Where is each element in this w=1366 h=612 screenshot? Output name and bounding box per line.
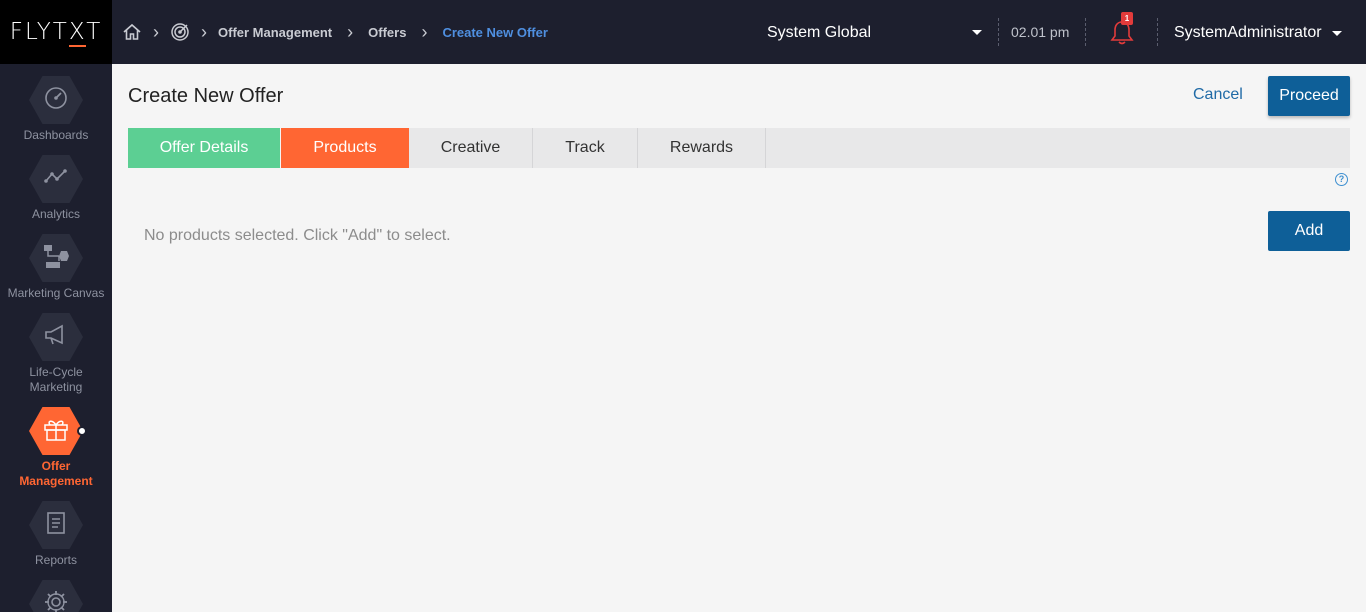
sidebar-item-label: Offer Management bbox=[19, 459, 93, 488]
megaphone-icon bbox=[43, 322, 69, 353]
sidebar-item-label: Dashboards bbox=[23, 128, 89, 142]
page-title: Create New Offer bbox=[128, 85, 284, 107]
breadcrumb-offers[interactable]: Offers bbox=[368, 25, 406, 40]
chevron-right-icon: › bbox=[421, 22, 428, 42]
sidebar-item-reports[interactable] bbox=[29, 501, 83, 549]
chevron-right-icon: › bbox=[347, 22, 354, 42]
breadcrumb-current: Create New Offer bbox=[442, 24, 548, 40]
caret-down-icon[interactable] bbox=[972, 30, 982, 35]
empty-products-message: No products selected. Click "Add" to sel… bbox=[144, 227, 451, 244]
logo-text: FLYTXT bbox=[9, 19, 103, 47]
top-bar: FLYTXT › › Offer Management › Offers › C… bbox=[0, 0, 1366, 64]
chevron-right-icon: › bbox=[201, 22, 207, 42]
flytxt-logo[interactable]: FLYTXT bbox=[0, 0, 112, 64]
divider bbox=[1085, 18, 1086, 46]
tab-products[interactable]: Products bbox=[281, 128, 409, 168]
sidebar-item-analytics[interactable] bbox=[29, 155, 83, 203]
gift-icon bbox=[42, 416, 70, 447]
breadcrumb-offer-management[interactable]: Offer Management bbox=[218, 25, 332, 40]
home-icon[interactable] bbox=[122, 20, 142, 44]
cancel-button[interactable]: Cancel bbox=[1193, 86, 1243, 104]
notification-badge: 1 bbox=[1121, 12, 1133, 25]
sidebar-item-dashboards[interactable] bbox=[29, 76, 83, 124]
dashboard-gauge-icon bbox=[43, 85, 69, 116]
divider bbox=[1157, 18, 1158, 46]
sidebar-item-offer-management[interactable] bbox=[29, 407, 83, 455]
sidebar-item-label: Life-Cycle Marketing bbox=[29, 365, 83, 394]
add-product-button[interactable]: Add bbox=[1268, 211, 1350, 251]
help-icon[interactable]: ? bbox=[1335, 173, 1348, 186]
active-indicator-dot bbox=[77, 426, 87, 436]
sidebar-item-marketing-canvas[interactable] bbox=[29, 234, 83, 282]
sidebar-item-label: Reports bbox=[34, 553, 78, 567]
tab-creative[interactable]: Creative bbox=[409, 128, 533, 168]
divider bbox=[998, 18, 999, 46]
sidebar-item-settings[interactable] bbox=[29, 580, 83, 612]
caret-down-icon[interactable] bbox=[1332, 31, 1342, 36]
proceed-button[interactable]: Proceed bbox=[1268, 76, 1350, 116]
user-menu[interactable]: SystemAdministrator bbox=[1174, 24, 1322, 42]
breadcrumb: › › Offer Management › Offers › Create N… bbox=[122, 20, 548, 44]
sidebar-item-label: Analytics bbox=[31, 207, 81, 221]
sidebar: Dashboards Analytics Marketing Canvas Li… bbox=[0, 64, 112, 612]
chevron-right-icon: › bbox=[153, 22, 159, 42]
tab-offer-details[interactable]: Offer Details bbox=[128, 128, 281, 168]
tab-track[interactable]: Track bbox=[533, 128, 638, 168]
offer-wizard-tabs: Offer Details Products Creative Track Re… bbox=[128, 128, 1350, 168]
target-icon[interactable] bbox=[170, 20, 190, 44]
sidebar-item-label: Marketing Canvas bbox=[7, 286, 105, 300]
canvas-flow-icon bbox=[41, 241, 71, 276]
current-time: 02.01 pm bbox=[1011, 24, 1070, 40]
scope-selector[interactable]: System Global bbox=[767, 24, 871, 42]
analytics-line-icon bbox=[43, 164, 69, 195]
report-document-icon bbox=[44, 510, 68, 541]
sidebar-item-life-cycle-marketing[interactable] bbox=[29, 313, 83, 361]
settings-gear-icon bbox=[43, 589, 69, 612]
tab-rewards[interactable]: Rewards bbox=[638, 128, 766, 168]
